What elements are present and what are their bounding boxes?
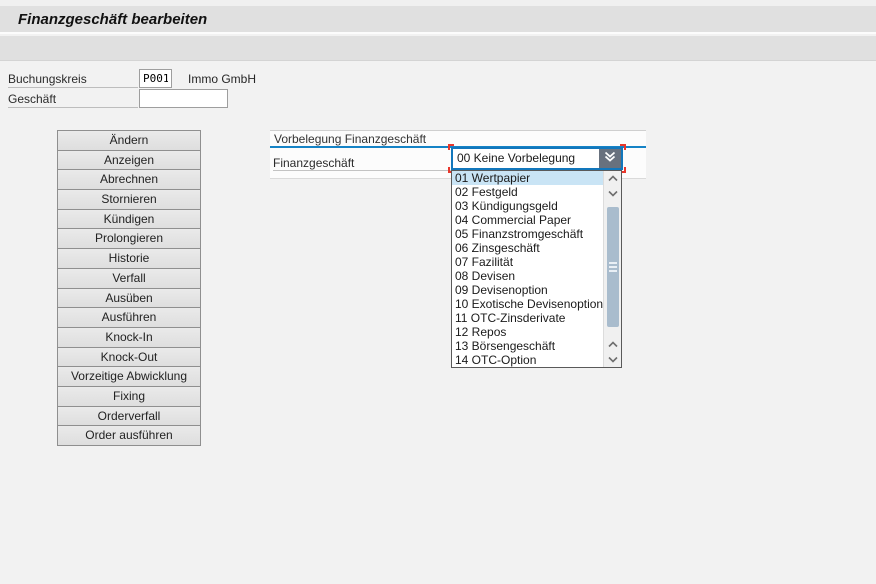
geschaeft-label: Geschäft — [8, 90, 138, 108]
toolbar — [0, 36, 876, 61]
action-button-fixing[interactable]: Fixing — [57, 386, 201, 407]
dropdown-options: 01 Wertpapier 02 Festgeld 03 Kündigungsg… — [452, 171, 603, 367]
action-button-orderverfall[interactable]: Orderverfall — [57, 406, 201, 427]
action-button-ausfuehren[interactable]: Ausführen — [57, 307, 201, 328]
action-button-stornieren[interactable]: Stornieren — [57, 189, 201, 210]
scroll-down-button[interactable] — [604, 186, 622, 201]
dropdown-option[interactable]: 03 Kündigungsgeld — [452, 199, 603, 213]
action-button-prolongieren[interactable]: Prolongieren — [57, 228, 201, 249]
dropdown-option[interactable]: 14 OTC-Option — [452, 353, 603, 367]
title-bar: Finanzgeschäft bearbeiten — [0, 6, 876, 34]
scroll-up-button[interactable] — [604, 171, 622, 186]
combo-value-text: 00 Keine Vorbelegung — [453, 149, 599, 168]
dropdown-option[interactable]: 13 Börsengeschäft — [452, 339, 603, 353]
group-title: Vorbelegung Finanzgeschäft — [270, 131, 646, 148]
page-title: Finanzgeschäft bearbeiten — [18, 11, 207, 28]
company-name-text: Immo GmbH — [188, 70, 256, 88]
action-button-vorzeitige-abwicklung[interactable]: Vorzeitige Abwicklung — [57, 366, 201, 387]
dropdown-option[interactable]: 09 Devisenoption — [452, 283, 603, 297]
double-chevron-down-icon — [603, 150, 617, 167]
dropdown-option[interactable]: 04 Commercial Paper — [452, 213, 603, 227]
action-button-abrechnen[interactable]: Abrechnen — [57, 169, 201, 190]
action-button-anzeigen[interactable]: Anzeigen — [57, 150, 201, 171]
action-button-kuendigen[interactable]: Kündigen — [57, 209, 201, 230]
focus-corner-top-left — [448, 144, 454, 150]
dropdown-option[interactable]: 01 Wertpapier — [452, 171, 603, 185]
dropdown-option[interactable]: 10 Exotische Devisenoption — [452, 297, 603, 311]
combo-field[interactable]: 00 Keine Vorbelegung — [451, 147, 623, 170]
dropdown-option[interactable]: 02 Festgeld — [452, 185, 603, 199]
dropdown-list: 01 Wertpapier 02 Festgeld 03 Kündigungsg… — [451, 170, 622, 368]
dropdown-option[interactable]: 05 Finanzstromgeschäft — [452, 227, 603, 241]
scroll-up-button-bottom[interactable] — [604, 337, 622, 352]
action-button-historie[interactable]: Historie — [57, 248, 201, 269]
chevron-down-icon — [607, 187, 619, 201]
buchungskreis-label: Buchungskreis — [8, 70, 138, 88]
dropdown-option[interactable]: 07 Fazilität — [452, 255, 603, 269]
action-button-verfall[interactable]: Verfall — [57, 268, 201, 289]
action-button-knock-out[interactable]: Knock-Out — [57, 347, 201, 368]
scrollbar-grip — [609, 262, 617, 272]
action-button-ausueben[interactable]: Ausüben — [57, 288, 201, 309]
scroll-down-button-bottom[interactable] — [604, 352, 622, 367]
dropdown-option[interactable]: 12 Repos — [452, 325, 603, 339]
scrollbar-thumb[interactable] — [607, 207, 619, 327]
dropdown-option[interactable]: 08 Devisen — [452, 269, 603, 283]
action-button-column: Ändern Anzeigen Abrechnen Stornieren Kün… — [57, 130, 201, 446]
dropdown-button[interactable] — [599, 149, 621, 168]
action-button-knock-in[interactable]: Knock-In — [57, 327, 201, 348]
dropdown-option[interactable]: 11 OTC-Zinsderivate — [452, 311, 603, 325]
chevron-down-icon — [607, 353, 619, 367]
action-button-aendern[interactable]: Ändern — [57, 130, 201, 151]
geschaeft-input[interactable] — [139, 89, 228, 108]
action-button-order-ausfuehren[interactable]: Order ausführen — [57, 425, 201, 446]
finanzgeschaeft-label: Finanzgeschäft — [273, 155, 452, 171]
dropdown-option[interactable]: 06 Zinsgeschäft — [452, 241, 603, 255]
focus-corner-top-right — [620, 144, 626, 150]
buchungskreis-input[interactable] — [139, 69, 172, 88]
dropdown-scrollbar[interactable] — [603, 171, 621, 367]
finanzgeschaeft-combobox[interactable]: 00 Keine Vorbelegung — [451, 147, 623, 170]
chevron-up-icon — [607, 172, 619, 186]
chevron-up-icon — [607, 338, 619, 352]
scrollbar-track[interactable] — [604, 201, 622, 337]
finanzgeschaeft-screen: { "window": { "title": "Finanzgeschäft b… — [0, 0, 876, 584]
